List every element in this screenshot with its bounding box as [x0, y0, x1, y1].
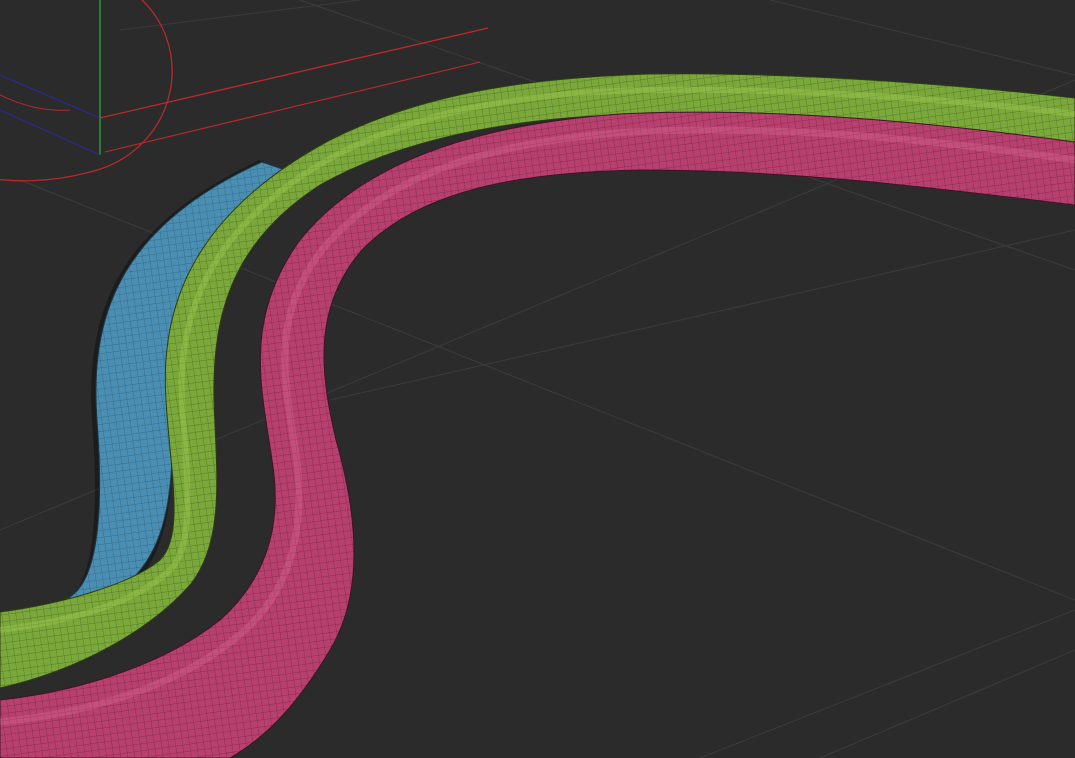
grid-line — [699, 609, 1075, 758]
viewport-scene[interactable] — [0, 0, 1075, 758]
grid-line — [769, 0, 1075, 76]
grid-line — [119, 0, 361, 31]
z-axis-handle[interactable] — [0, 74, 101, 119]
rotation-ring-inner[interactable] — [0, 94, 71, 111]
z-axis-guide — [0, 109, 101, 156]
transform-gizmo[interactable] — [0, 0, 489, 182]
grid-line — [819, 649, 1075, 758]
grid-line — [329, 229, 1075, 401]
3d-viewport[interactable] — [0, 0, 1075, 758]
